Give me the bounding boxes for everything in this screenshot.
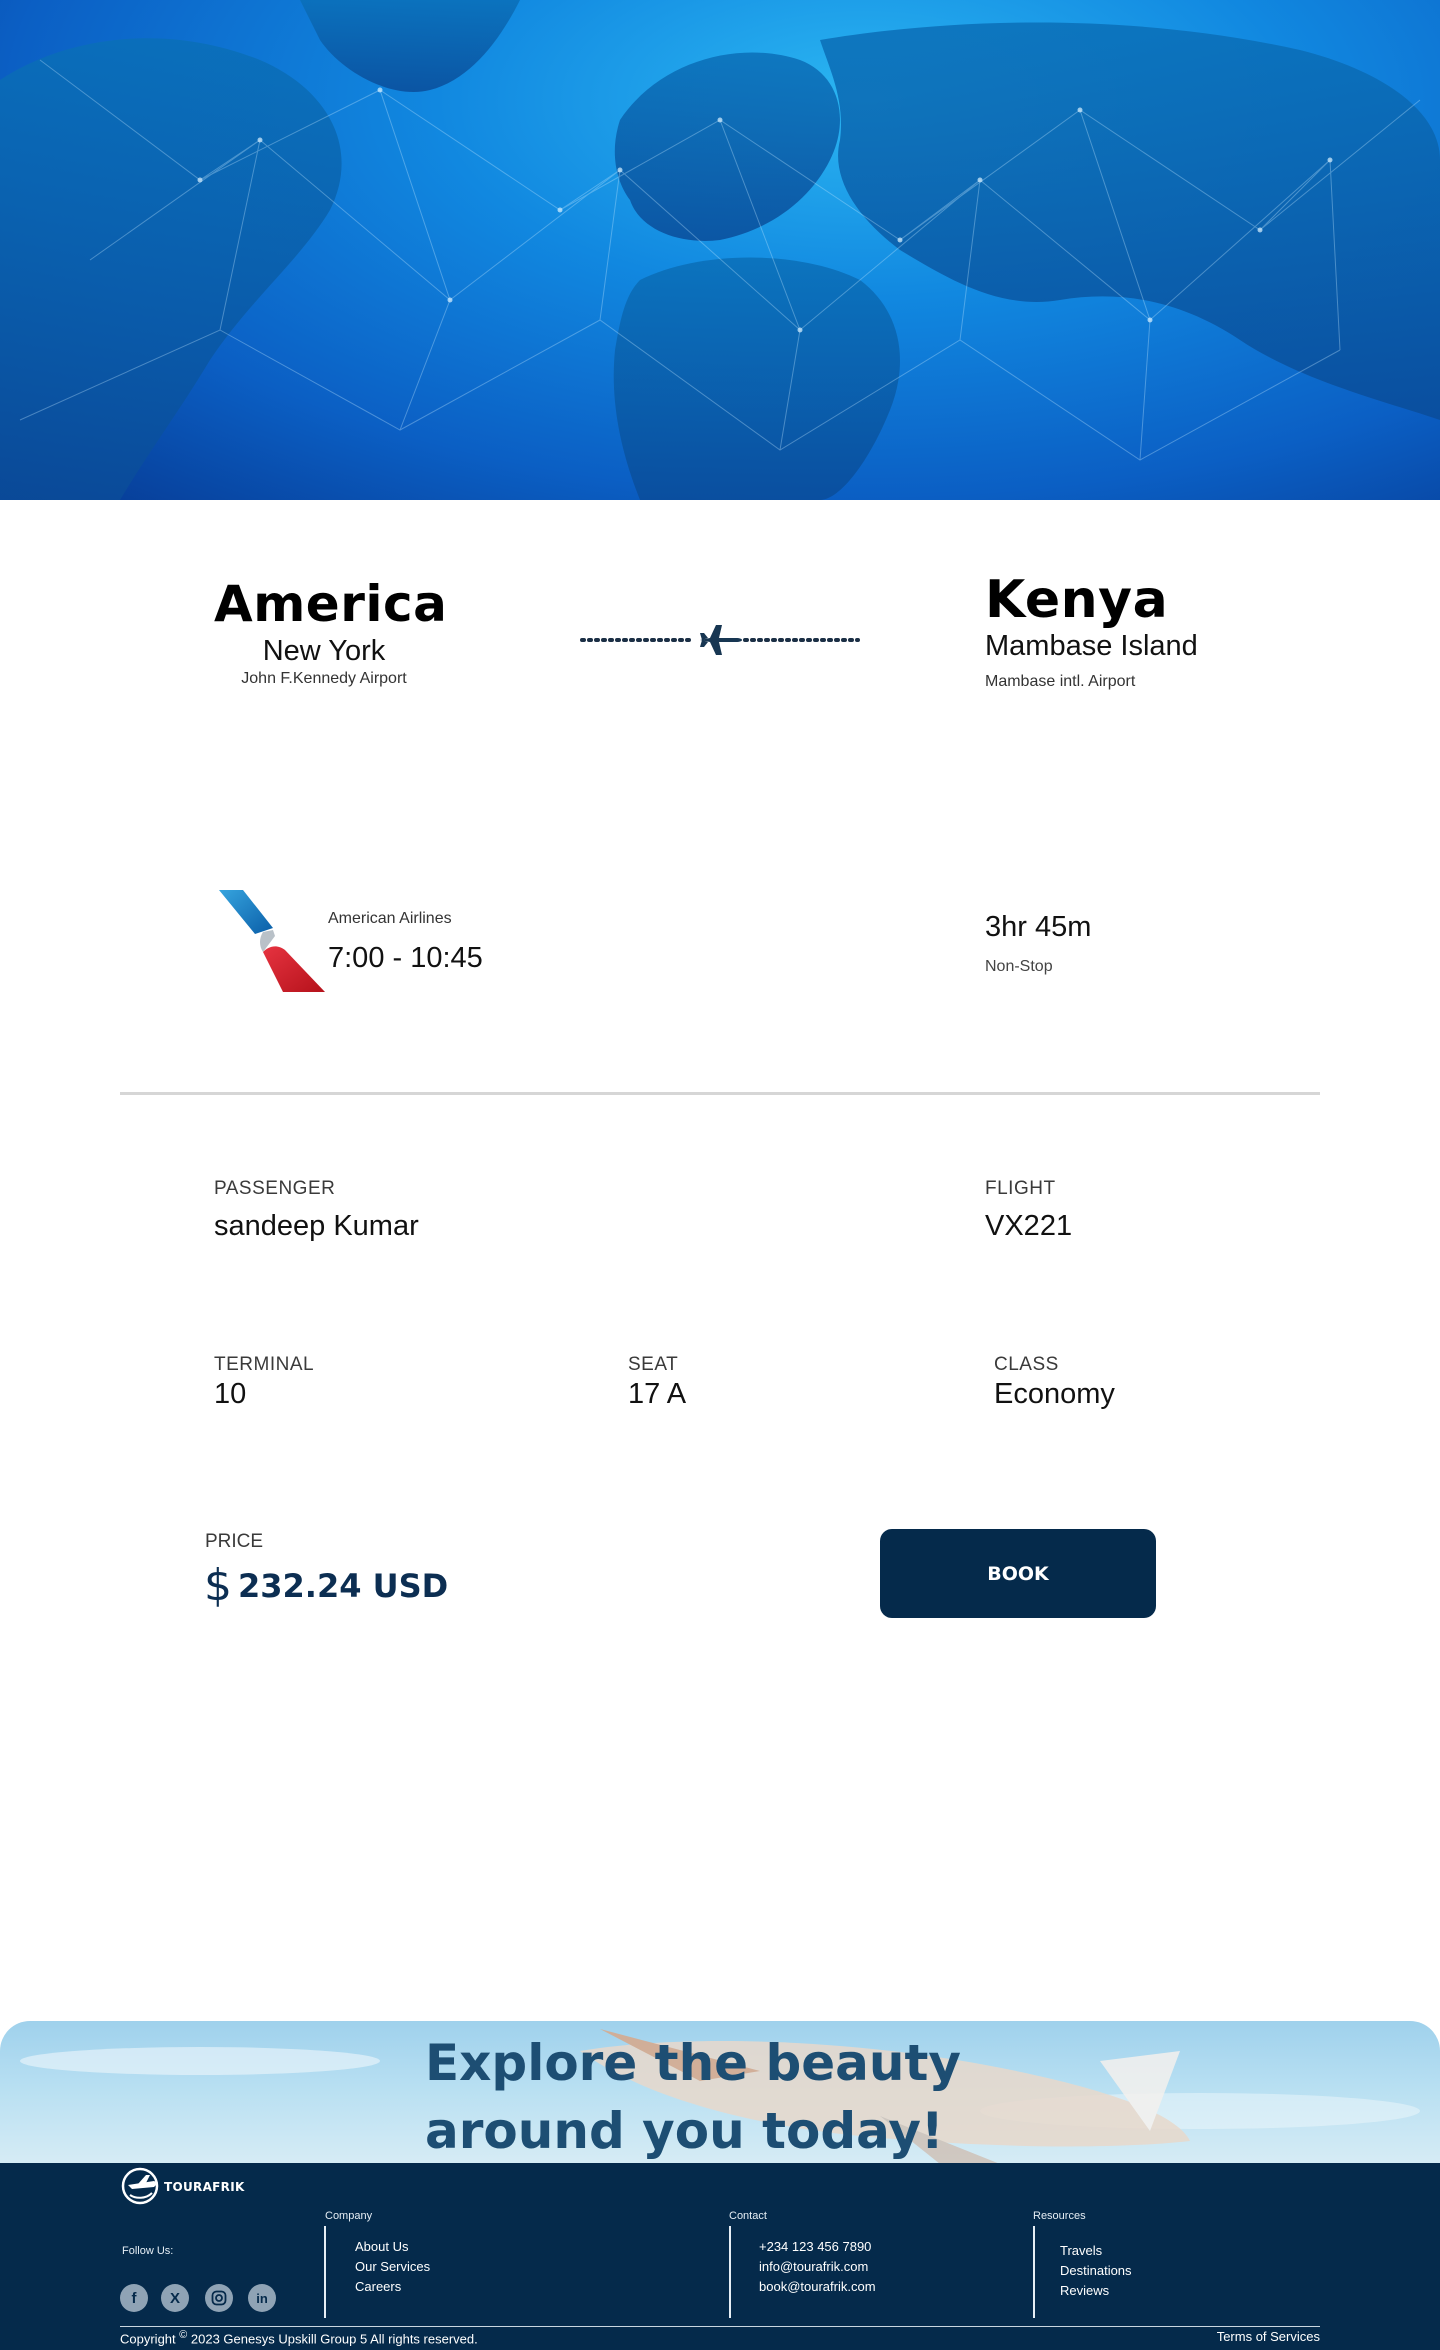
facebook-icon[interactable]: f (120, 2284, 148, 2312)
airline-name: American Airlines (328, 910, 452, 927)
contact-heading: Contact (729, 2210, 767, 2222)
price-value: $232.24 USD (204, 1560, 448, 1611)
instagram-icon[interactable] (205, 2284, 233, 2312)
company-heading: Company (325, 2210, 373, 2222)
banner-heading: Explore the beauty around you today! (425, 2029, 1025, 2164)
footer-link-travels[interactable]: Travels (1060, 2243, 1102, 2258)
copyright-text: Copyright © 2023 Genesys Upskill Group 5… (120, 2329, 478, 2346)
seat-label: SEAT (628, 1354, 679, 1375)
site-footer: TOURAFRIK Follow Us: f X in Company Abou… (0, 2163, 1440, 2350)
footer-link-reviews[interactable]: Reviews (1060, 2283, 1109, 2298)
section-divider (120, 1092, 1320, 1095)
copyright-body: 2023 Genesys Upskill Group 5 All rights … (190, 2331, 478, 2347)
flight-time: 7:00 - 10:45 (328, 942, 483, 974)
book-button[interactable]: BOOK (880, 1529, 1156, 1618)
x-icon[interactable]: X (161, 2284, 189, 2312)
passenger-label: PASSENGER (214, 1178, 336, 1199)
resources-heading: Resources (1033, 2210, 1086, 2222)
terminal-value: 10 (214, 1378, 247, 1410)
origin-city: New York (262, 635, 386, 667)
footer-link-destinations[interactable]: Destinations (1060, 2263, 1132, 2278)
class-label: CLASS (994, 1354, 1059, 1375)
linkedin-icon[interactable]: in (248, 2284, 276, 2312)
footer-link-about[interactable]: About Us (355, 2239, 408, 2254)
destination-block: Kenya Mambase Island Mambase intl. Airpo… (985, 570, 1285, 691)
footer-link-careers[interactable]: Careers (355, 2279, 401, 2294)
footer-phone[interactable]: +234 123 456 7890 (759, 2239, 871, 2254)
seat-value: 17 A (628, 1378, 687, 1410)
brand-name: TOURAFRIK (164, 2180, 245, 2194)
class-value: Economy (994, 1378, 1115, 1410)
currency-symbol: $ (204, 1560, 232, 1611)
world-map-graphic (0, 0, 1440, 500)
origin-airport: John F.Kennedy Airport (241, 670, 407, 687)
flight-duration: 3hr 45m (985, 911, 1092, 943)
instagram-glyph (211, 2290, 227, 2306)
price-label: PRICE (205, 1531, 264, 1552)
origin-country: America (214, 575, 448, 633)
banner-line-2: around you today! (425, 2102, 944, 2160)
follow-label: Follow Us: (122, 2245, 174, 2257)
destination-airport: Mambase intl. Airport (985, 673, 1136, 690)
footer-link-services[interactable]: Our Services (355, 2259, 430, 2274)
explore-banner: Explore the beauty around you today! (0, 2021, 1440, 2164)
banner-line-1: Explore the beauty (425, 2034, 962, 2092)
terms-link[interactable]: Terms of Services (1217, 2329, 1320, 2344)
price-amount: 232.24 USD (238, 1567, 449, 1605)
company-divider (324, 2226, 326, 2318)
footer-email-book[interactable]: book@tourafrik.com (759, 2279, 876, 2294)
passenger-value: sandeep Kumar (214, 1210, 419, 1242)
hero-world-map (0, 0, 1440, 500)
copyright-symbol: © (179, 2329, 188, 2341)
flight-value: VX221 (985, 1210, 1073, 1242)
flight-label: FLIGHT (985, 1178, 1056, 1199)
destination-city: Mambase Island (985, 630, 1198, 662)
american-airlines-logo (219, 890, 325, 992)
resources-divider (1033, 2226, 1035, 2318)
destination-country: Kenya (985, 570, 1169, 630)
contact-divider (729, 2226, 731, 2318)
footer-email-info[interactable]: info@tourafrik.com (759, 2259, 868, 2274)
route-plane-icon (580, 625, 860, 655)
flight-stops: Non-Stop (985, 958, 1053, 975)
copyright-prefix: Copyright (120, 2331, 176, 2347)
origin-block: America New York John F.Kennedy Airport (214, 575, 448, 688)
terminal-label: TERMINAL (214, 1354, 315, 1375)
footer-rule (120, 2326, 1320, 2327)
